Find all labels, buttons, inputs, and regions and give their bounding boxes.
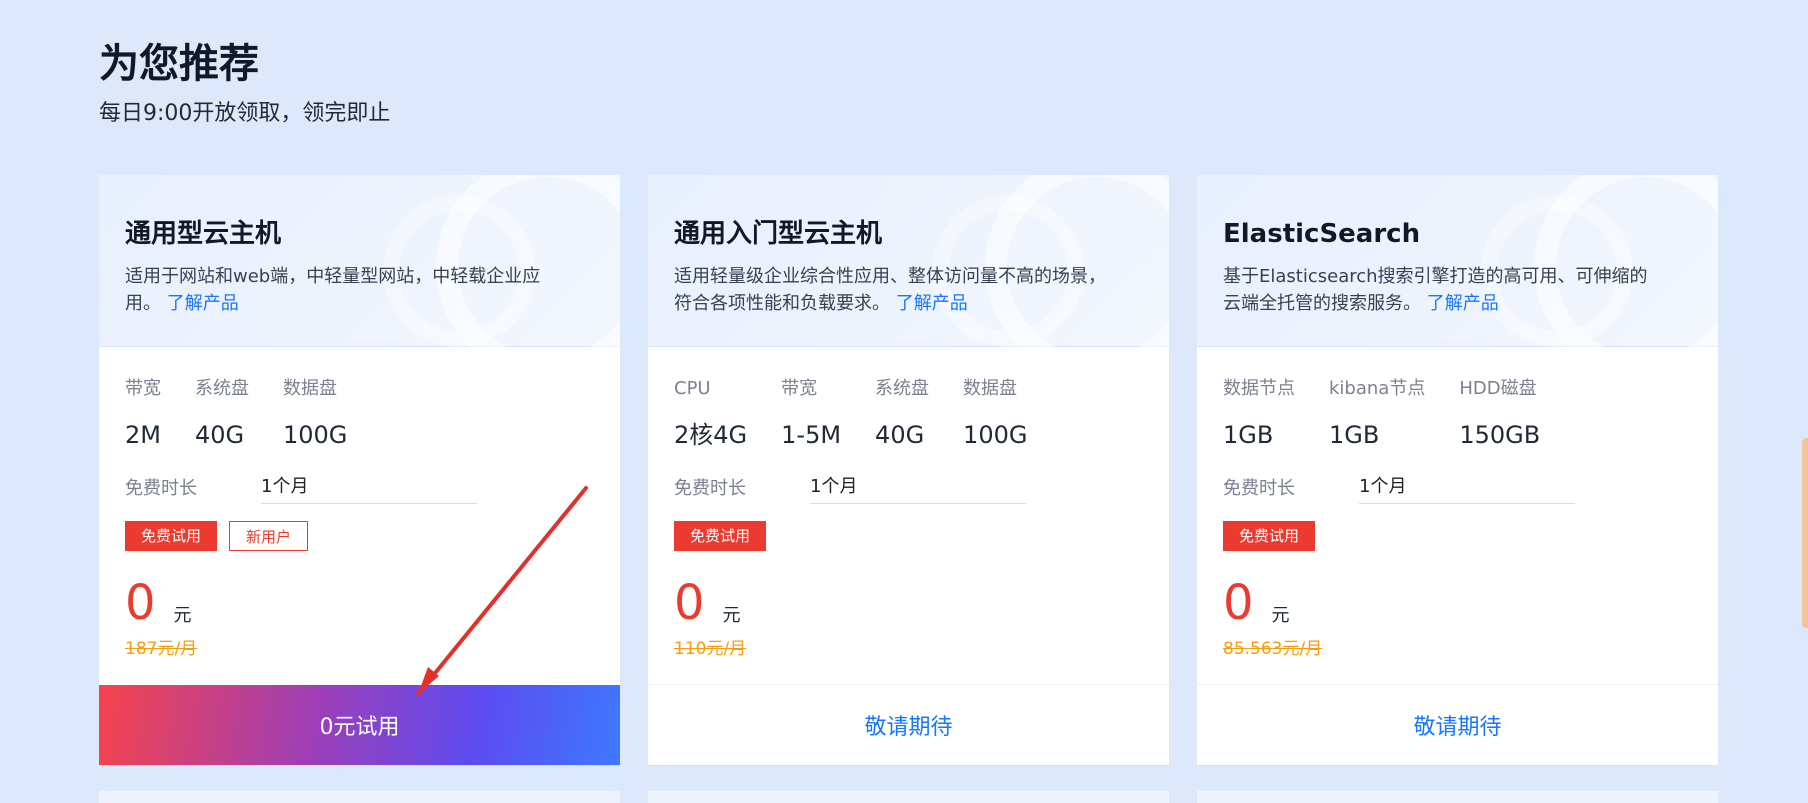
product-cards: 通用型云主机 适用于网站和web端，中轻量型网站，中轻载企业应用。 了解产品 带… (99, 175, 1718, 765)
new-user-badge: 新用户 (229, 521, 309, 551)
spec-value: 100G (283, 421, 348, 449)
spec-item: 数据节点 1GB (1223, 377, 1295, 451)
original-price: 110元/月 (674, 639, 747, 659)
spec-value: 1GB (1223, 421, 1274, 449)
duration-label: 免费时长 (674, 478, 746, 499)
learn-more-link[interactable]: 了解产品 (167, 293, 239, 314)
spec-value: 150GB (1459, 421, 1541, 449)
spec-item: 数据盘 100G (963, 377, 1027, 451)
learn-more-link[interactable]: 了解产品 (896, 293, 968, 314)
side-float-widget[interactable] (1802, 438, 1808, 628)
card-placeholder (99, 791, 620, 803)
recommend-header: 为您推荐 每日9:00开放领取，领完即止 (99, 36, 390, 130)
price: 0 元 (1223, 575, 1692, 631)
card-description-text: 适用轻量级企业综合性应用、整体访问量不高的场景，符合各项性能和负载要求。 (674, 266, 1106, 314)
price-value: 0 (674, 575, 705, 631)
spec-value: 100G (963, 421, 1028, 449)
duration-select[interactable]: 1个月 (261, 471, 477, 504)
spec-label: 数据节点 (1223, 378, 1295, 399)
price-unit: 元 (1271, 605, 1290, 626)
spec-label: kibana节点 (1329, 378, 1426, 399)
spec-label: 带宽 (781, 378, 818, 399)
original-price: 85.563元/月 (1223, 639, 1323, 659)
price: 0 元 (674, 575, 1143, 631)
spec-item: kibana节点 1GB (1329, 377, 1425, 451)
spec-label: HDD磁盘 (1459, 378, 1537, 399)
spec-item: 数据盘 100G (283, 377, 347, 451)
spec-label: 系统盘 (195, 378, 249, 399)
spec-label: 系统盘 (875, 378, 930, 399)
card-description: 适用于网站和web端，中轻量型网站，中轻载企业应用。 了解产品 (125, 263, 565, 317)
price-value: 0 (125, 575, 156, 631)
spec-list: 数据节点 1GB kibana节点 1GB HDD磁盘 150GB (1223, 377, 1692, 451)
duration-label: 免费时长 (125, 478, 197, 499)
duration-select[interactable]: 1个月 (810, 471, 1026, 504)
free-trial-badge: 免费试用 (674, 521, 767, 551)
original-price: 187元/月 (125, 639, 198, 659)
tag-list: 免费试用 (1223, 521, 1692, 551)
spec-item: 系统盘 40G (875, 377, 929, 451)
product-card: ElasticSearch 基于Elasticsearch搜索引擎打造的高可用、… (1197, 175, 1718, 765)
spec-list: 带宽 2M 系统盘 40G 数据盘 100G (125, 377, 594, 451)
next-row-cards (99, 791, 1718, 803)
spec-item: CPU 2核4G (674, 377, 747, 451)
product-card: 通用型云主机 适用于网站和web端，中轻量型网站，中轻载企业应用。 了解产品 带… (99, 175, 620, 765)
page-title: 为您推荐 (99, 41, 259, 87)
duration-row: 免费时长 1个月 (1223, 469, 1692, 505)
card-body: 带宽 2M 系统盘 40G 数据盘 100G 免费时长 1个月 免费试用 新用户 (99, 347, 620, 661)
card-description: 适用轻量级企业综合性应用、整体访问量不高的场景，符合各项性能和负载要求。 了解产… (674, 263, 1114, 317)
card-placeholder (648, 791, 1169, 803)
spec-item: 系统盘 40G (195, 377, 249, 451)
tag-list: 免费试用 (674, 521, 1143, 551)
tag-list: 免费试用 新用户 (125, 521, 594, 551)
spec-label: 数据盘 (963, 378, 1018, 399)
spec-item: 带宽 1-5M (781, 377, 841, 451)
card-title: 通用入门型云主机 (674, 219, 883, 249)
free-trial-button[interactable]: 0元试用 (99, 685, 620, 765)
spec-value: 40G (875, 421, 925, 449)
coming-soon-button[interactable]: 敬请期待 (648, 684, 1169, 765)
card-title: ElasticSearch (1223, 219, 1421, 249)
card-title: 通用型云主机 (125, 219, 282, 249)
duration-label: 免费时长 (1223, 478, 1295, 499)
spec-item: 带宽 2M (125, 377, 161, 451)
price-unit: 元 (173, 605, 192, 626)
product-card: 通用入门型云主机 适用轻量级企业综合性应用、整体访问量不高的场景，符合各项性能和… (648, 175, 1169, 765)
card-header: ElasticSearch 基于Elasticsearch搜索引擎打造的高可用、… (1197, 175, 1718, 379)
card-header: 通用型云主机 适用于网站和web端，中轻量型网站，中轻载企业应用。 了解产品 (99, 175, 620, 379)
spec-list: CPU 2核4G 带宽 1-5M 系统盘 40G 数据盘 100G (674, 377, 1143, 451)
spec-label: 带宽 (125, 378, 161, 399)
spec-item: HDD磁盘 150GB (1459, 377, 1540, 451)
card-placeholder (1197, 791, 1718, 803)
duration-row: 免费时长 1个月 (125, 469, 594, 505)
card-description: 基于Elasticsearch搜索引擎打造的高可用、可伸缩的云端全托管的搜索服务… (1223, 263, 1663, 317)
spec-value: 2M (125, 421, 161, 449)
spec-value: 1GB (1329, 421, 1380, 449)
learn-more-link[interactable]: 了解产品 (1427, 293, 1499, 314)
spec-label: 数据盘 (283, 378, 337, 399)
price-value: 0 (1223, 575, 1254, 631)
duration-row: 免费时长 1个月 (674, 469, 1143, 505)
spec-value: 1-5M (781, 421, 842, 449)
free-trial-badge: 免费试用 (1223, 521, 1316, 551)
price-unit: 元 (722, 605, 741, 626)
spec-label: CPU (674, 378, 711, 399)
coming-soon-button[interactable]: 敬请期待 (1197, 684, 1718, 765)
page-subtitle: 每日9:00开放领取，领完即止 (99, 101, 391, 126)
spec-value: 40G (195, 421, 245, 449)
card-body: CPU 2核4G 带宽 1-5M 系统盘 40G 数据盘 100G 免费时长 1… (648, 347, 1169, 661)
free-trial-badge: 免费试用 (125, 521, 218, 551)
spec-value: 2核4G (674, 421, 748, 449)
duration-select[interactable]: 1个月 (1359, 471, 1575, 504)
card-body: 数据节点 1GB kibana节点 1GB HDD磁盘 150GB 免费时长 1… (1197, 347, 1718, 661)
card-header: 通用入门型云主机 适用轻量级企业综合性应用、整体访问量不高的场景，符合各项性能和… (648, 175, 1169, 379)
price: 0 元 (125, 575, 594, 631)
